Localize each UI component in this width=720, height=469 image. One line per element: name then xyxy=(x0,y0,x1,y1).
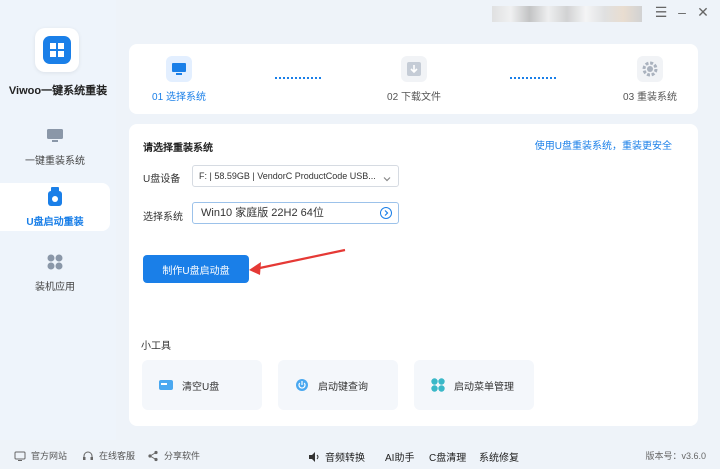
sidebar: Viwoo一键系统重装 一键重装系统 U盘启动重装 装机应用 xyxy=(0,0,116,440)
chevron-down-icon xyxy=(382,171,392,182)
app-logo xyxy=(35,28,79,72)
website-icon xyxy=(14,450,26,462)
sidebar-item-one-click-reinstall[interactable]: 一键重装系统 xyxy=(0,122,110,170)
usb-device-select[interactable]: F: | 58.59GB | VendorC ProductCode USB..… xyxy=(192,165,399,187)
sidebar-item-label: U盘启动重装 xyxy=(26,216,84,228)
monitor-icon xyxy=(45,126,65,146)
step-connector xyxy=(510,77,556,79)
tools-title: 小工具 xyxy=(141,341,171,352)
share-icon xyxy=(147,450,159,462)
ai-assistant-link[interactable]: AI助手 xyxy=(385,449,414,464)
app-title: Viwoo一键系统重装 xyxy=(8,85,108,97)
step-download-files: 02 下载文件 xyxy=(384,44,444,103)
headset-icon xyxy=(82,450,94,462)
tool-boot-menu-manager[interactable]: 启动菜单管理 xyxy=(414,360,534,410)
c-drive-clean-link[interactable]: C盘清理 xyxy=(429,449,466,464)
step-select-system: 01 选择系统 xyxy=(149,44,209,103)
step-reinstall-system: 03 重装系统 xyxy=(620,44,680,103)
red-arrow-annotation xyxy=(249,248,346,275)
minimize-button[interactable]: – xyxy=(673,4,691,20)
sidebar-item-usb-reinstall[interactable]: U盘启动重装 xyxy=(0,183,110,231)
menu-button[interactable]: ☰ xyxy=(652,4,670,21)
boot-menu-icon xyxy=(430,377,446,393)
audio-convert-link[interactable]: 音频转换 xyxy=(308,449,365,464)
sidebar-item-label: 装机应用 xyxy=(35,281,75,293)
system-label: 选择系统 xyxy=(143,212,183,223)
clear-usb-icon xyxy=(158,377,174,393)
steps-progress: 01 选择系统 02 下载文件 03 重装系统 xyxy=(129,44,698,114)
close-button[interactable]: ✕ xyxy=(694,4,712,21)
sidebar-item-label: 一键重装系统 xyxy=(25,155,85,167)
download-icon xyxy=(401,56,427,82)
system-repair-link[interactable]: 系统修复 xyxy=(479,449,519,464)
select-system-icon xyxy=(166,56,192,82)
apps-icon xyxy=(45,252,65,272)
system-select[interactable]: Win10 家庭版 22H2 64位 xyxy=(192,202,399,224)
tool-boot-key-query[interactable]: 启动键查询 xyxy=(278,360,398,410)
step-connector xyxy=(275,77,321,79)
share-software-link[interactable]: 分享软件 xyxy=(147,449,200,462)
online-support-link[interactable]: 在线客服 xyxy=(82,449,135,462)
usb-device-label: U盘设备 xyxy=(143,174,181,185)
section-title: 请选择重装系统 xyxy=(143,143,213,154)
blurred-account-info xyxy=(492,6,642,22)
usb-drive-icon xyxy=(45,186,65,207)
bottom-bar: 官方网站 在线客服 分享软件 音频转换 AI助手 C盘清理 系统修复 版本号：v… xyxy=(0,440,720,469)
settings-gear-icon xyxy=(637,56,663,82)
official-website-link[interactable]: 官方网站 xyxy=(14,449,67,462)
tool-clear-usb[interactable]: 清空U盘 xyxy=(142,360,262,410)
version-label: 版本号：v3.6.0 xyxy=(645,451,706,461)
audio-convert-icon xyxy=(308,451,320,463)
main-panel: 请选择重装系统 使用U盘重装系统，重装更安全 U盘设备 F: | 58.59GB… xyxy=(129,124,698,426)
sidebar-item-apps[interactable]: 装机应用 xyxy=(0,248,110,296)
chevron-circle-icon xyxy=(380,207,392,219)
make-usb-boot-button[interactable]: 制作U盘启动盘 xyxy=(143,255,249,283)
usb-safety-link[interactable]: 使用U盘重装系统，重装更安全 xyxy=(535,137,672,152)
power-key-icon xyxy=(294,377,310,393)
